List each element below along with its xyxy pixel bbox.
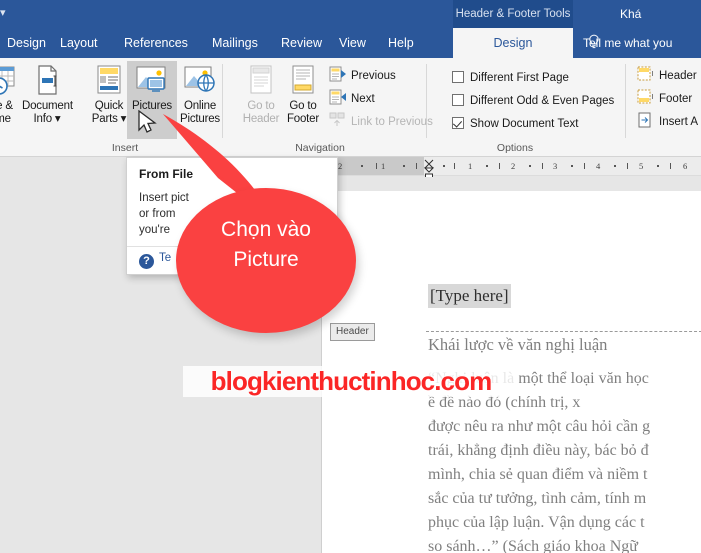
tab-header-footer-design[interactable]: Design — [453, 28, 573, 58]
title-bar: ▾ Header & Footer Tools Khá — [0, 0, 701, 28]
mouse-cursor-icon — [138, 110, 157, 133]
tab-review[interactable]: Review — [274, 28, 329, 58]
ribbon-tab-strip: Design Layout References Mailings Review… — [0, 28, 701, 58]
tab-references[interactable]: References — [117, 28, 195, 58]
button-label: Link to Previous — [351, 116, 433, 128]
ruler-tick: 2 — [511, 161, 516, 171]
tab-mailings[interactable]: Mailings — [205, 28, 265, 58]
flyout-help-link[interactable]: ? Te — [139, 252, 171, 269]
next-section-icon — [329, 89, 347, 105]
footer-position-icon — [637, 89, 655, 105]
footer-position-button[interactable]: Footer — [637, 89, 692, 110]
button-label: Document — [22, 100, 73, 112]
help-question-icon: ? — [139, 254, 154, 269]
ruler-tick: 1 — [381, 161, 386, 171]
insert-alignment-tab-icon — [637, 112, 655, 128]
ruler-dash — [584, 163, 585, 169]
callout-line-2: Picture — [233, 248, 299, 271]
contextual-tools-label: Header & Footer Tools — [453, 0, 573, 28]
ruler-tick: 3 — [553, 161, 558, 171]
button-label: Insert A — [659, 116, 698, 128]
go-to-footer-icon — [278, 64, 328, 98]
online-pictures-icon — [175, 64, 225, 98]
group-label-insert: Insert — [111, 142, 139, 154]
tab-design[interactable]: Design — [0, 28, 53, 58]
button-label: Header — [659, 70, 697, 82]
tab-help[interactable]: Help — [381, 28, 421, 58]
paragraph-line: được nêu ra như một câu hỏi cần g — [428, 418, 651, 435]
ruler-dot — [403, 165, 405, 167]
previous-button[interactable]: Previous — [329, 66, 396, 87]
header-position-button[interactable]: Header — [637, 66, 697, 87]
insert-alignment-tab-button[interactable]: Insert A — [637, 112, 698, 133]
paragraph-line: phục của lập luận. Vận dụng các t — [428, 514, 645, 531]
site-watermark: blogkienthuctinhoc.com — [183, 366, 519, 397]
document-info-button[interactable]: Document Info ▾ — [22, 61, 73, 139]
document-heading: Khái lược về văn nghị luận — [428, 335, 608, 354]
paragraph-line: so sánh…” (Sách giáo khoa Ngữ — [428, 538, 638, 553]
tab-layout[interactable]: Layout — [53, 28, 105, 58]
checkbox-label: Different First Page — [470, 72, 569, 84]
ruler-dot — [571, 165, 573, 167]
ruler-dash — [376, 163, 377, 169]
tab-view[interactable]: View — [332, 28, 373, 58]
different-odd-even-checkbox[interactable]: Different Odd & Even Pages — [452, 91, 614, 112]
ruler-dot — [486, 165, 488, 167]
checkbox-label: Show Document Text — [470, 118, 579, 130]
previous-section-icon — [329, 66, 347, 82]
ruler-tick: 1 — [468, 161, 473, 171]
different-first-page-checkbox[interactable]: Different First Page — [452, 68, 569, 89]
ruler-padding — [321, 177, 701, 191]
ruler-tick: 5 — [639, 161, 644, 171]
ruler-dot — [657, 165, 659, 167]
link-to-previous-icon — [329, 112, 347, 128]
link-to-previous-button[interactable]: Link to Previous — [329, 112, 433, 133]
next-button[interactable]: Next — [329, 89, 375, 110]
button-label: Previous — [351, 70, 396, 82]
paragraph-line: trái, khẳng định điều này, bác bỏ đ — [428, 442, 649, 459]
ruler-tick: 2 — [338, 161, 343, 171]
ruler-dot — [529, 165, 531, 167]
group-label-options: Options — [496, 142, 534, 154]
button-label-2: Info ▾ — [33, 113, 61, 125]
checkbox-label: Different Odd & Even Pages — [470, 95, 615, 107]
document-title: Khá — [620, 7, 642, 21]
document-info-icon — [22, 64, 72, 98]
ruler-dash — [416, 163, 417, 169]
button-label: Footer — [659, 93, 693, 105]
annotation-callout-text: Chọn vào Picture — [176, 215, 356, 275]
ruler-dash — [542, 163, 543, 169]
paragraph-line: sắc của tư tưởng, tình cảm, tính m — [428, 490, 647, 507]
ruler-dot — [361, 165, 363, 167]
flyout-help-label: Te — [159, 252, 172, 264]
checkbox-checked-icon — [452, 117, 464, 129]
group-separator — [625, 64, 626, 138]
checkbox-icon — [452, 94, 464, 106]
show-document-text-checkbox[interactable]: Show Document Text — [452, 114, 578, 135]
ruler-tick: 6 — [683, 161, 688, 171]
ruler-dash — [499, 163, 500, 169]
ruler-dot — [443, 165, 445, 167]
pictures-icon — [127, 64, 177, 98]
tell-me-search[interactable]: Tell me what you — [583, 28, 672, 58]
checkbox-icon — [452, 71, 464, 83]
callout-line-1: Chọn vào — [221, 218, 311, 241]
ruler-dash — [454, 163, 455, 169]
header-type-here-field[interactable]: [Type here] — [428, 284, 511, 308]
chevron-down-icon[interactable]: ▾ — [0, 8, 6, 19]
ruler-dot — [614, 165, 616, 167]
button-label: Next — [351, 93, 375, 105]
header-area-tag: Header — [330, 323, 375, 341]
paragraph-line: mình, chia sẻ quan điểm và niềm t — [428, 466, 648, 483]
word-application-window: ▾ Header & Footer Tools Khá Design Layou… — [0, 0, 701, 553]
ruler-tick: 4 — [596, 161, 601, 171]
ruler-dash — [627, 163, 628, 169]
header-position-icon — [637, 66, 655, 82]
ruler-dash — [670, 163, 671, 169]
header-boundary-line — [426, 331, 701, 332]
ribbon: te & me Document Info ▾ — [0, 58, 701, 157]
horizontal-ruler[interactable]: 2 1 1 2 3 4 5 6 — [321, 157, 701, 176]
